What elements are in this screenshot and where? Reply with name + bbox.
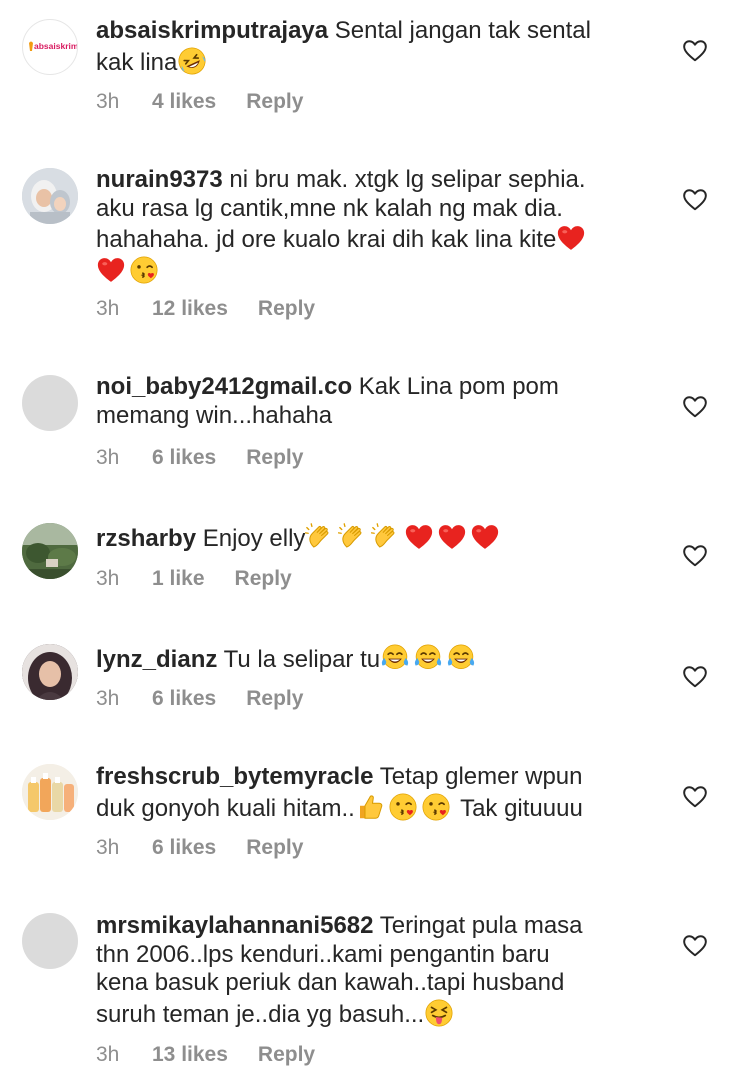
comment-text: rzsharby Enjoy elly (96, 522, 633, 554)
avatar[interactable] (22, 375, 78, 431)
comment-time: 3h (96, 687, 120, 710)
reply-button[interactable]: Reply (258, 1043, 315, 1067)
heart-outline-icon[interactable] (682, 187, 708, 213)
clapping-hands-emoji (371, 522, 401, 552)
thumbs-up-emoji (355, 792, 385, 822)
heart-outline-icon[interactable] (682, 933, 708, 959)
comment-time: 3h (96, 1043, 120, 1066)
tears-of-joy-emoji (446, 643, 476, 673)
comment-likes[interactable]: 13 likes (152, 1043, 228, 1067)
red-heart-emoji (437, 522, 467, 552)
comment-username[interactable]: rzsharby (96, 525, 196, 552)
comment-username[interactable]: lynz_dianz (96, 646, 217, 673)
comment-meta: 3h 6 likes Reply (96, 687, 303, 711)
comment-time: 3h (96, 836, 120, 859)
comment-line: Tetap glemer wpun (379, 763, 583, 790)
comment-meta: 3h 6 likes Reply (96, 836, 303, 860)
comment-line: suruh teman je..dia yg basuh... (96, 1000, 425, 1028)
comment-likes[interactable]: 6 likes (152, 836, 216, 860)
red-heart-emoji (556, 223, 586, 253)
comment-likes[interactable]: 1 like (152, 567, 205, 591)
comment-username[interactable]: absaiskrimputrajaya (96, 17, 328, 44)
heart-outline-icon[interactable] (682, 38, 708, 64)
comment-text: nurain9373 ni bru mak. xtgk lg selipar s… (96, 166, 633, 286)
comment-line: Sental jangan tak sental (334, 17, 591, 44)
comment-line: Kak Lina pom pom (358, 373, 559, 400)
comment-line: thn 2006..lps kenduri..kami pengantin ba… (96, 940, 550, 968)
reply-button[interactable]: Reply (258, 297, 315, 321)
comment-text: freshscrub_bytemyracle Tetap glemer wpun… (96, 763, 633, 823)
comment-likes[interactable]: 6 likes (152, 446, 216, 470)
red-heart-emoji (96, 255, 126, 285)
comment-line: aku rasa lg cantik,mne nk kalah ng mak d… (96, 194, 563, 222)
avatar[interactable] (22, 168, 78, 224)
reply-button[interactable]: Reply (246, 836, 303, 860)
comment-time: 3h (96, 90, 120, 113)
comment-likes[interactable]: 4 likes (152, 90, 216, 114)
comment-likes[interactable]: 12 likes (152, 297, 228, 321)
comment-line: Teringat pula masa (379, 912, 583, 939)
comment-meta: 3h 12 likes Reply (96, 297, 315, 321)
reply-button[interactable]: Reply (246, 446, 303, 470)
avatar[interactable] (22, 913, 78, 969)
rofl-emoji (177, 46, 207, 76)
tears-of-joy-emoji (380, 643, 410, 673)
avatar[interactable] (22, 764, 78, 820)
comment-text: lynz_dianz Tu la selipar tu (96, 643, 633, 675)
comment-meta: 3h 1 like Reply (96, 567, 292, 591)
clapping-hands-emoji (338, 522, 368, 552)
comment-time: 3h (96, 446, 120, 469)
brand-logo-text: absaiskrim (34, 41, 77, 51)
comment-text: noi_baby2412gmail.co Kak Lina pom pom mem… (96, 373, 633, 430)
red-heart-emoji (470, 522, 500, 552)
heart-outline-icon[interactable] (682, 543, 708, 569)
comment-likes[interactable]: 6 likes (152, 687, 216, 711)
heart-outline-icon[interactable] (682, 664, 708, 690)
tears-of-joy-emoji (413, 643, 443, 673)
comment-meta: 3h 4 likes Reply (96, 90, 303, 114)
comment-time: 3h (96, 567, 120, 590)
reply-button[interactable]: Reply (246, 90, 303, 114)
reply-button[interactable]: Reply (246, 687, 303, 711)
comment-line: ni bru mak. xtgk lg selipar sephia. (229, 166, 586, 193)
comment-text: mrsmikaylahannani5682 Teringat pula masa… (96, 912, 633, 1029)
comment-username[interactable]: mrsmikaylahannani5682 (96, 912, 374, 939)
comment-time: 3h (96, 297, 120, 320)
kiss-wink-emoji (388, 792, 418, 822)
comment-line: Enjoy elly (202, 525, 306, 552)
comment-text: absaiskrimputrajaya Sental jangan tak se… (96, 17, 633, 77)
kiss-wink-emoji (129, 255, 159, 285)
comment-line: duk gonyoh kuali hitam.. (96, 794, 355, 822)
heart-outline-icon[interactable] (682, 784, 708, 810)
comment-username[interactable]: freshscrub_bytemyracle (96, 763, 373, 790)
comment-line: memang win...hahaha (96, 401, 333, 429)
comment-line: hahahaha. jd ore kualo krai dih kak lina… (96, 226, 557, 253)
kiss-wink-emoji (421, 792, 451, 822)
comment-line: kak lina (96, 48, 178, 76)
comment-meta: 3h 13 likes Reply (96, 1043, 315, 1067)
comment-line: kena basuk periuk dan kawah..tapi husban… (96, 969, 565, 996)
comment-username[interactable]: noi_baby2412gmail.co (96, 373, 352, 400)
red-heart-emoji (404, 522, 434, 552)
avatar[interactable] (22, 523, 78, 579)
avatar[interactable] (22, 644, 78, 700)
heart-outline-icon[interactable] (682, 394, 708, 420)
tongue-squint-emoji (424, 998, 454, 1028)
comment-meta: 3h 6 likes Reply (96, 446, 303, 470)
reply-button[interactable]: Reply (235, 567, 292, 591)
comment-line: Tu la selipar tu (223, 646, 381, 673)
comment-username[interactable]: nurain9373 (96, 166, 223, 193)
comment-line: Tak gituuuu (460, 794, 583, 822)
avatar[interactable]: absaiskrim (22, 19, 78, 75)
clapping-hands-emoji (305, 522, 335, 552)
